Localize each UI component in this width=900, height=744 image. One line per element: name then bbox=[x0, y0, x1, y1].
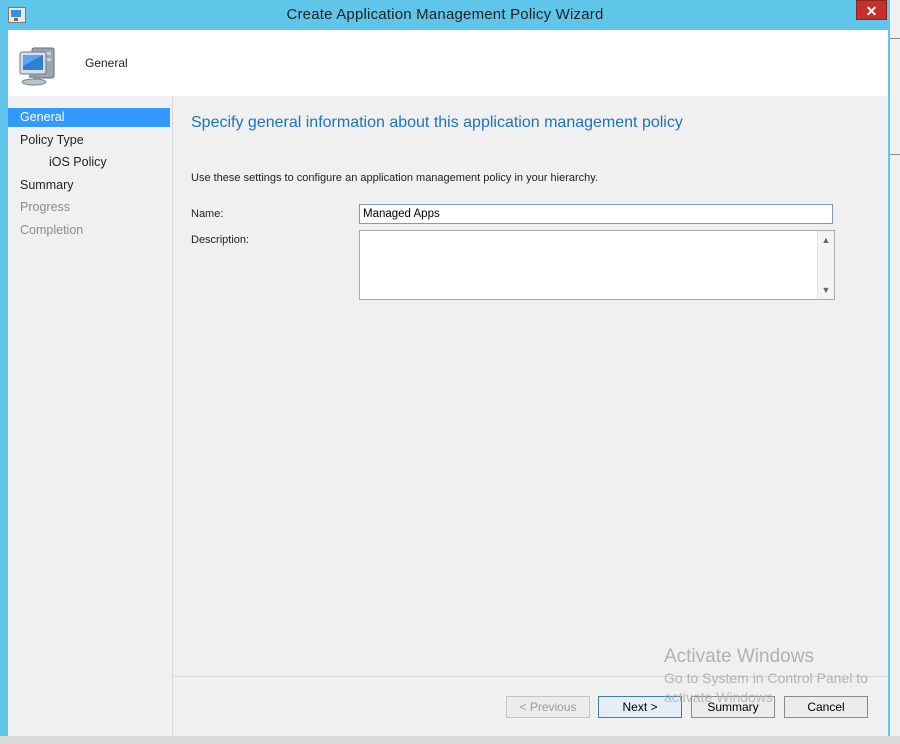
wizard-window: Create Application Management Policy Wiz… bbox=[0, 0, 890, 736]
cancel-button[interactable]: Cancel bbox=[784, 696, 868, 718]
wizard-nav: General Policy Type iOS Policy Summary P… bbox=[8, 96, 173, 736]
computer-icon bbox=[19, 47, 55, 86]
description-label: Description: bbox=[191, 234, 250, 246]
footer-divider bbox=[173, 676, 888, 677]
nav-item-general[interactable]: General bbox=[8, 108, 170, 127]
name-input[interactable] bbox=[359, 204, 833, 224]
wizard-content: Specify general information about this a… bbox=[173, 96, 888, 736]
window-title: Create Application Management Policy Wiz… bbox=[286, 6, 604, 23]
next-button[interactable]: Next > bbox=[598, 696, 682, 718]
title-bar[interactable]: Create Application Management Policy Wiz… bbox=[0, 0, 890, 30]
nav-item-completion: Completion bbox=[20, 223, 84, 237]
nav-item-summary[interactable]: Summary bbox=[8, 176, 170, 195]
scroll-up-icon[interactable]: ▲ bbox=[819, 233, 833, 247]
nav-item-progress: Progress bbox=[20, 200, 71, 214]
instructions-text: Use these settings to configure an appli… bbox=[191, 172, 599, 184]
summary-button[interactable]: Summary bbox=[691, 696, 775, 718]
previous-button: < Previous bbox=[506, 696, 590, 718]
nav-item-policy-type[interactable]: Policy Type bbox=[8, 131, 170, 150]
background-window-edge bbox=[890, 0, 900, 744]
nav-item-ios-policy[interactable]: iOS Policy bbox=[8, 153, 170, 172]
taskbar-edge bbox=[0, 736, 900, 744]
scroll-down-icon[interactable]: ▼ bbox=[819, 283, 833, 297]
name-label: Name: bbox=[191, 208, 224, 220]
description-scrollbar[interactable]: ▲ ▼ bbox=[817, 231, 834, 299]
page-heading: Specify general information about this a… bbox=[191, 114, 683, 131]
header-title: General bbox=[85, 56, 128, 70]
wizard-header: General bbox=[8, 30, 888, 96]
close-button[interactable]: ✕ bbox=[856, 0, 887, 20]
description-textarea[interactable]: ▲ ▼ bbox=[359, 230, 835, 300]
